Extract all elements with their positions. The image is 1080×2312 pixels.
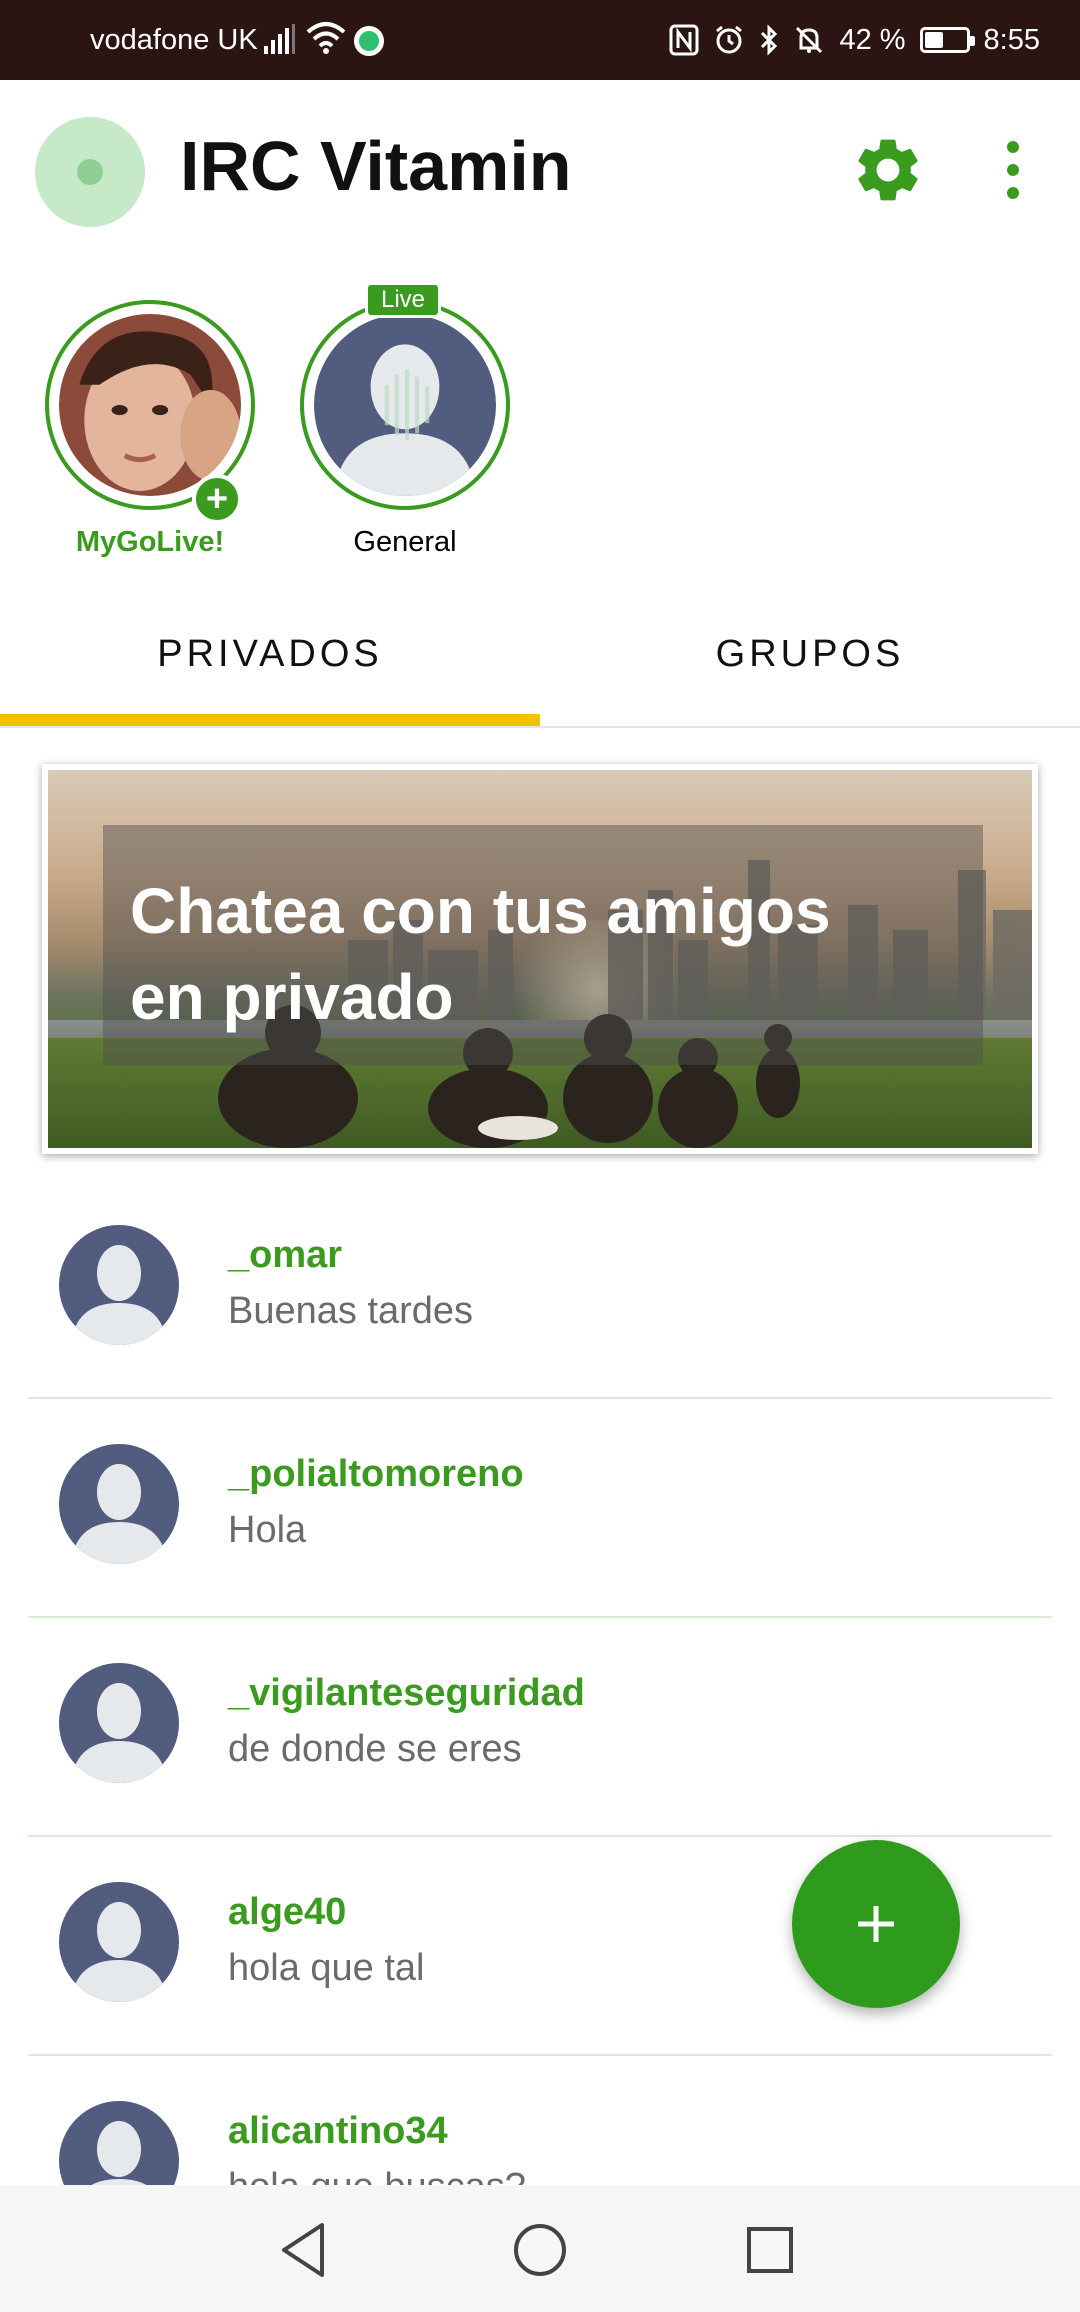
banner-headline-line2: en privado	[130, 961, 454, 1033]
chat-list-item[interactable]: _omar Buenas tardes	[28, 1180, 1052, 1399]
default-avatar-icon	[59, 2101, 179, 2185]
chat-name: _polialtomoreno	[228, 1453, 524, 1495]
default-avatar-icon	[59, 1882, 179, 2002]
app-logo-icon[interactable]	[35, 117, 145, 227]
carrier-name: vodafone UK	[90, 24, 258, 56]
default-avatar-icon	[59, 1225, 179, 1345]
status-bar: vodafone UK 42 % 8:55	[0, 0, 1080, 80]
story-label: General	[353, 526, 457, 558]
chat-last-message: Hola	[228, 1509, 307, 1551]
status-right-group: 42 % 8:55	[669, 20, 1040, 60]
mute-icon	[796, 26, 823, 54]
tab-indicator	[0, 714, 540, 726]
default-avatar-icon	[314, 314, 496, 496]
story-label: MyGoLive!	[75, 526, 225, 558]
chat-name: _omar	[228, 1234, 343, 1276]
system-nav-bar	[0, 2185, 1080, 2312]
home-icon[interactable]	[505, 2215, 575, 2285]
app-title: IRC Vitamin	[180, 127, 572, 205]
battery-percent: 42 %	[839, 23, 906, 56]
promo-banner[interactable]: Chatea con tus amigos en privado	[42, 764, 1038, 1154]
chat-last-message: hola que buscas?	[228, 2166, 526, 2185]
default-avatar-icon	[59, 1444, 179, 1564]
chat-list-item[interactable]: _vigilanteseguridad de donde se eres	[28, 1618, 1052, 1837]
signal-icon	[264, 24, 295, 54]
chat-list-item[interactable]: alicantino34 hola que buscas?	[28, 2056, 1052, 2185]
add-story-icon[interactable]: +	[192, 474, 242, 524]
new-chat-fab[interactable]	[792, 1840, 960, 2008]
banner-headline: Chatea con tus amigos en privado	[130, 868, 1010, 1040]
notification-app-icon	[354, 26, 384, 56]
chat-last-message: hola que tal	[228, 1947, 425, 1989]
story-ring	[300, 300, 510, 510]
nfc-icon	[669, 24, 699, 56]
battery-icon	[919, 27, 975, 53]
back-icon[interactable]	[272, 2215, 342, 2285]
chat-name: alge40	[228, 1891, 347, 1933]
bluetooth-icon	[761, 24, 778, 56]
chat-list-item[interactable]: _polialtomoreno Hola	[28, 1399, 1052, 1618]
more-vert-icon[interactable]	[995, 135, 1031, 205]
default-avatar-icon	[59, 1663, 179, 1783]
tab-grupos[interactable]: GRUPOS	[540, 580, 1080, 728]
story-general[interactable]: Live General	[285, 270, 525, 570]
tab-bar: PRIVADOS GRUPOS	[0, 580, 1080, 728]
settings-gear-icon[interactable]	[850, 132, 926, 208]
chat-name: _vigilanteseguridad	[228, 1672, 585, 1714]
story-mygolive[interactable]: + MyGoLive!	[30, 270, 270, 570]
chat-last-message: Buenas tardes	[228, 1290, 474, 1332]
recents-icon[interactable]	[735, 2215, 805, 2285]
wifi-icon	[306, 22, 346, 54]
banner-headline-line1: Chatea con tus amigos	[130, 875, 831, 947]
stories-row: + MyGoLive! Live General	[0, 270, 1080, 570]
chat-last-message: de donde se eres	[228, 1728, 522, 1770]
chat-name: alicantino34	[228, 2110, 448, 2152]
live-badge: Live	[365, 282, 441, 318]
app-bar: IRC Vitamin	[0, 80, 1080, 260]
chat-list: _omar Buenas tardes _polialtomoreno Hola…	[0, 1180, 1080, 2185]
alarm-icon	[716, 25, 743, 54]
clock: 8:55	[983, 23, 1040, 56]
plus-icon	[858, 1906, 894, 1942]
user-photo-avatar	[59, 314, 241, 496]
battery-fill	[924, 32, 944, 48]
tab-privados[interactable]: PRIVADOS	[0, 580, 540, 728]
